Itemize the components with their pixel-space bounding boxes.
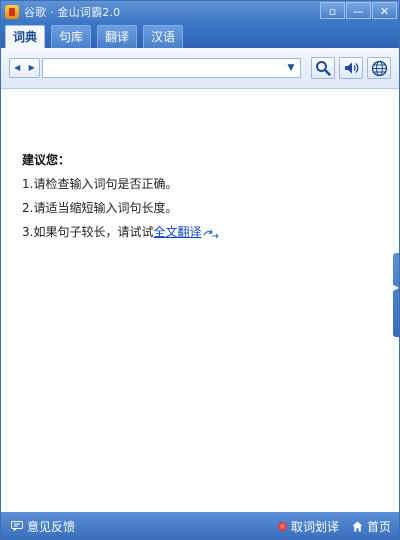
home-label: 首页 [367, 520, 392, 534]
tab-chinese[interactable]: 汉语 [143, 25, 183, 48]
translate-arrow-icon [203, 229, 220, 238]
feedback-label: 意见反馈 [27, 520, 76, 534]
search-input[interactable] [42, 58, 301, 78]
pick-word-label: 取词划译 [291, 520, 340, 534]
restore-button[interactable]: ▫ [320, 2, 345, 19]
window-title: 谷歌 · 金山词霸2.0 [24, 5, 121, 19]
suggestion-heading: 建议您： [22, 153, 71, 167]
chevron-down-icon[interactable]: ▼ [283, 59, 299, 77]
feedback-button[interactable]: 意见反馈 [11, 518, 75, 535]
status-dot-icon [278, 522, 287, 531]
title-bar[interactable]: 谷歌 · 金山词霸2.0 ▫ — ✕ [1, 1, 399, 22]
full-translate-link[interactable]: 全文翻译 [153, 225, 201, 239]
result-panel: 建议您： 1.请检查输入词句是否正确。 2.请适当缩短输入词句长度。 3.如果句… [1, 89, 399, 513]
window-controls: ▫ — ✕ [320, 2, 397, 19]
chevron-right-icon: ▶ [393, 283, 400, 292]
search-icon [316, 61, 331, 76]
app-logo-icon [5, 4, 19, 19]
home-icon [352, 521, 363, 532]
chat-bubble-icon [11, 521, 23, 532]
home-button[interactable]: 首页 [352, 518, 391, 535]
side-panel-toggle[interactable]: ▶ [393, 253, 399, 337]
web-search-button[interactable] [367, 57, 391, 79]
tab-translate[interactable]: 翻译 [97, 25, 137, 48]
search-toolbar: ◀ ▶ ▼ [1, 48, 399, 89]
tab-dictionary[interactable]: 词典 [5, 25, 45, 48]
suggestion-line-2: 2.请适当缩短输入词句长度。 [22, 201, 178, 215]
pronounce-button[interactable] [339, 57, 363, 79]
globe-icon [371, 60, 388, 77]
suggestion-line-1: 1.请检查输入词句是否正确。 [22, 177, 178, 191]
minimize-button[interactable]: — [346, 2, 371, 19]
tab-bar: 词典 句库 翻译 汉语 [1, 22, 399, 48]
speaker-icon [345, 62, 359, 74]
pick-word-toggle[interactable]: 取词划译 [278, 518, 339, 535]
suggestion-line-3-text: 3.如果句子较长，请试试 [22, 225, 154, 239]
search-button[interactable] [311, 57, 335, 79]
app-window: 谷歌 · 金山词霸2.0 ▫ — ✕ 词典 句库 翻译 汉语 ◀ ▶ ▼ 建议您… [0, 0, 400, 540]
forward-arrow-icon[interactable]: ▶ [25, 59, 40, 77]
back-arrow-icon[interactable]: ◀ [10, 59, 25, 77]
close-button[interactable]: ✕ [372, 2, 397, 19]
status-bar: 意见反馈 取词划译 首页 [1, 512, 399, 539]
history-nav: ◀ ▶ [9, 58, 40, 78]
tab-sentences[interactable]: 句库 [51, 25, 91, 48]
suggestion-line-3: 3.如果句子较长，请试试全文翻译 [22, 223, 220, 240]
